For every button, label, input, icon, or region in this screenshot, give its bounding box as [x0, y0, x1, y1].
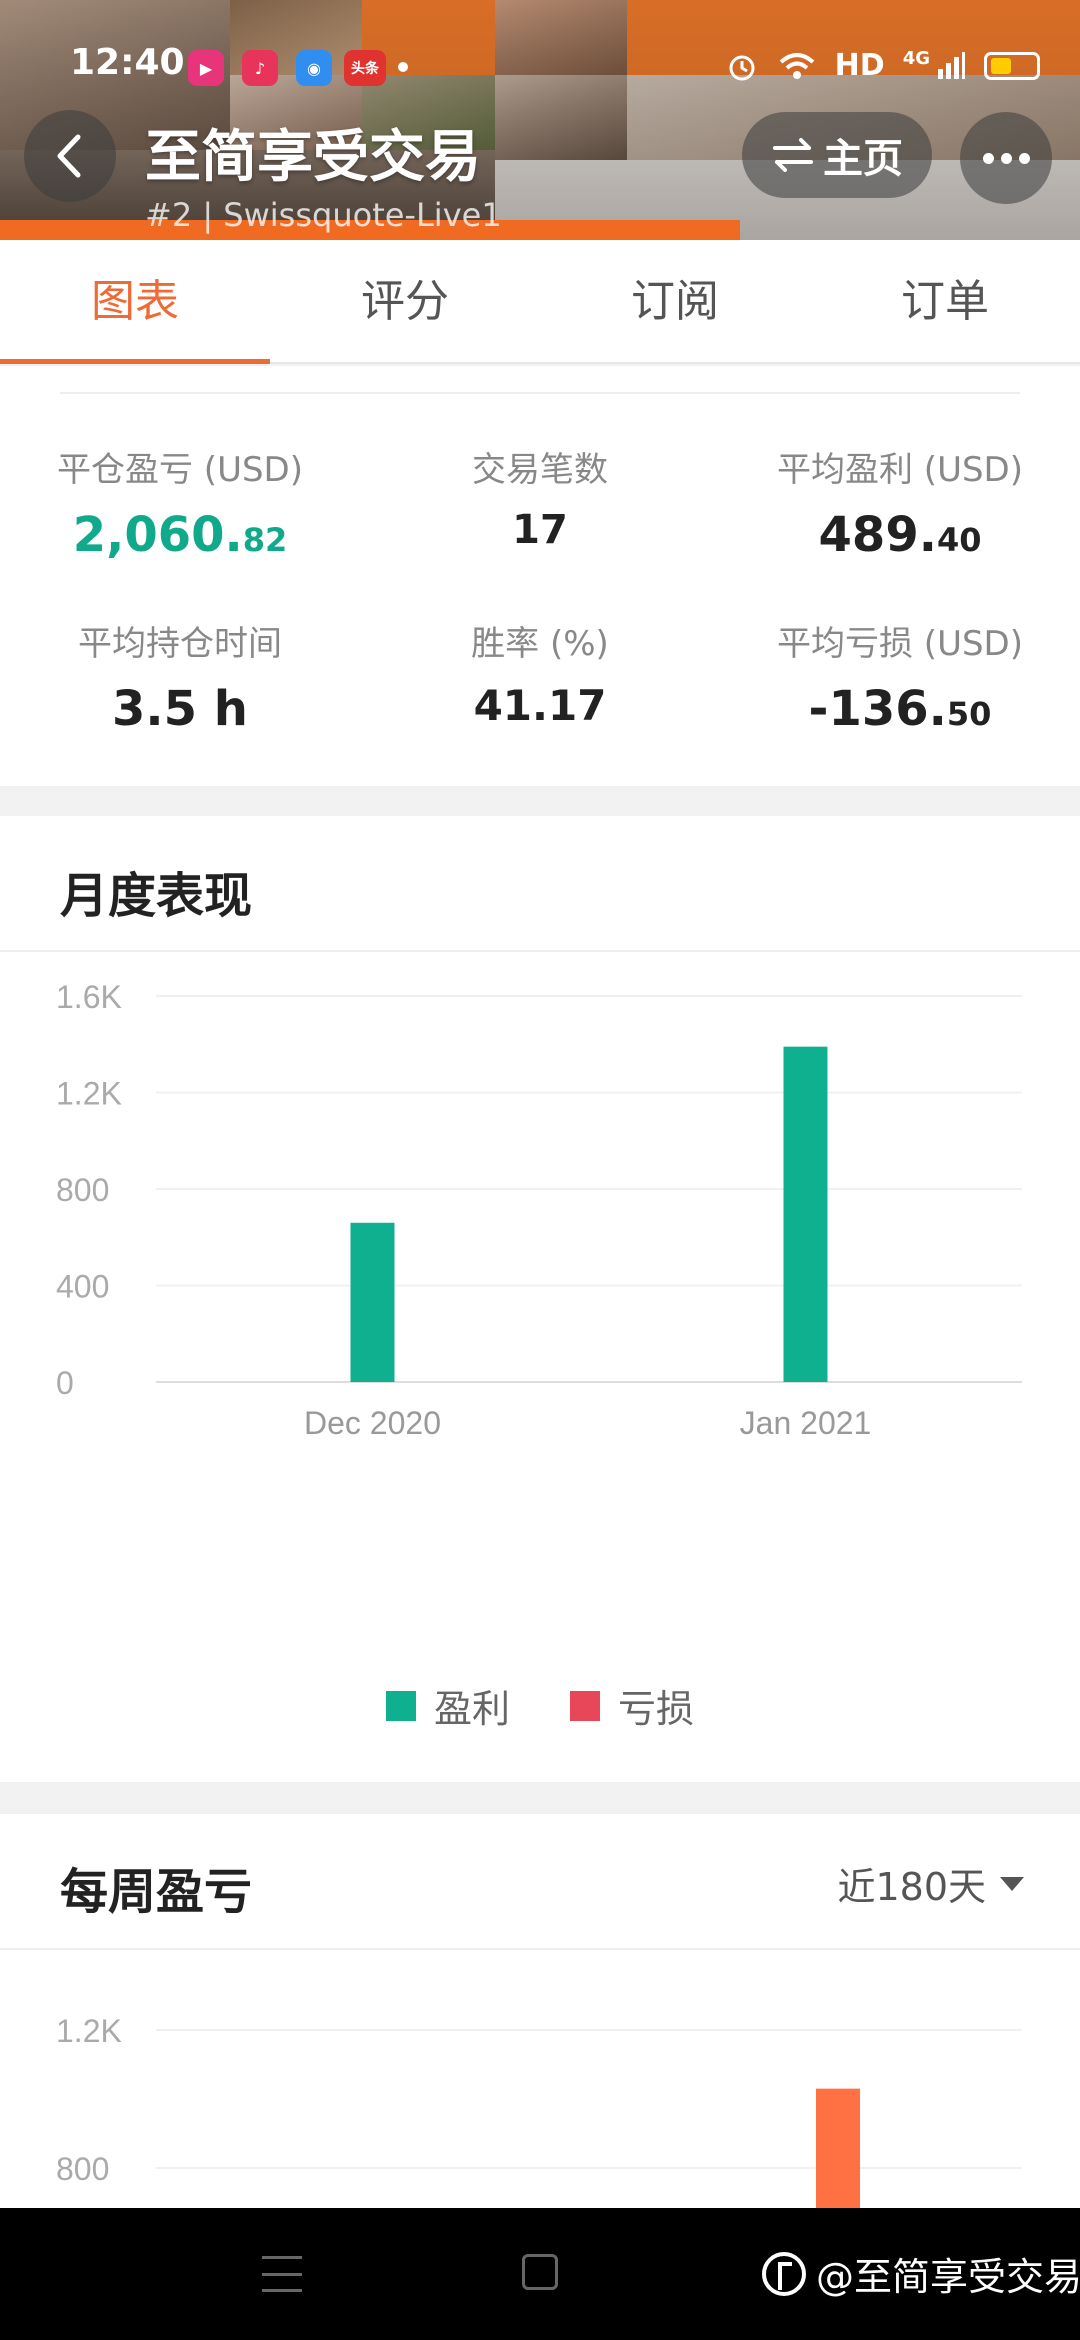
battery-icon	[984, 51, 1040, 80]
status-icons: HD 4G	[725, 48, 1040, 83]
home-nav-button[interactable]	[522, 2254, 558, 2290]
stat-value: 489.40	[818, 507, 982, 563]
x-tick-label: Jan 2021	[740, 1405, 872, 1441]
x-tick-label: Dec 2020	[304, 1405, 441, 1441]
stat-value: 17	[512, 507, 568, 553]
status-time: 12:40	[70, 42, 185, 83]
stat-win-rate: 胜率 (%) 41.17	[360, 616, 720, 730]
back-button[interactable]	[24, 110, 116, 202]
legend-item-profit[interactable]: 盈利	[385, 1678, 510, 1733]
swap-icon	[773, 138, 813, 172]
browser-app-icon: ◉	[296, 50, 332, 86]
watermark-logo-icon	[762, 2251, 806, 2296]
more-dot-icon	[1000, 152, 1012, 164]
y-tick-label: 1.2K	[56, 1076, 122, 1112]
stat-value: 2,060.82	[72, 507, 288, 563]
stat-avg-profit: 平均盈利 (USD) 489.40	[720, 442, 1080, 563]
more-dot-icon	[1018, 152, 1030, 164]
alarm-icon	[729, 55, 755, 80]
stat-value: -136.50	[808, 681, 992, 737]
y-tick-label: 0	[56, 1365, 74, 1401]
signal-type-label: 4G	[902, 48, 930, 69]
news-app-icon: 头条	[344, 50, 386, 86]
monthly-bar-chart: 0 400 800 1.2K 1.6K Dec 2020 Jan 2021	[56, 979, 1022, 1441]
system-nav-bar: @至简享受交易	[0, 2208, 1080, 2340]
weekly-bar-chart: 1.2K 800	[56, 2013, 1022, 2208]
stat-label: 平均盈利 (USD)	[777, 450, 1023, 490]
caret-down-icon	[1000, 1876, 1024, 1891]
music-app-icon: ♪	[242, 50, 278, 86]
y-tick-label: 1.6K	[56, 979, 122, 1015]
account-subtitle: #2 | Swissquote-Live1	[145, 196, 502, 234]
period-selector[interactable]: 近180天	[837, 1856, 1024, 1911]
tab-chart[interactable]: 图表	[0, 240, 270, 364]
legend-swatch-loss	[570, 1690, 600, 1721]
header-banner: 12:40 ▶ ♪ ◉ 头条 HD 4G 至简享受交易 #2 | Swissqu…	[0, 0, 1080, 240]
recent-apps-button[interactable]	[262, 2256, 302, 2292]
chart-legend: 盈利 亏损	[0, 1678, 1080, 1733]
tab-subscribe[interactable]: 订阅	[540, 240, 810, 362]
status-bar: 12:40 ▶ ♪ ◉ 头条 HD 4G	[0, 0, 1080, 130]
stat-avg-loss: 平均亏损 (USD) -136.50	[720, 616, 1080, 737]
legend-swatch-profit	[385, 1690, 416, 1721]
stat-value: 3.5 h	[112, 681, 248, 737]
weekly-title: 每周盈亏	[60, 1864, 253, 1920]
network-type-label: HD	[834, 48, 885, 83]
stat-label: 平仓盈亏 (USD)	[57, 450, 303, 490]
watermark-text: @至简享受交易	[816, 2255, 1080, 2299]
tab-bar: 图表 评分 订阅 订单	[0, 240, 1080, 364]
wifi-icon	[779, 52, 814, 79]
bar-profit[interactable]	[783, 1046, 828, 1382]
stat-trade-count: 交易笔数 17	[360, 442, 720, 553]
screen: 12:40 ▶ ♪ ◉ 头条 HD 4G 至简享受交易 #2 | Swissqu…	[0, 0, 1080, 2340]
stat-label: 胜率 (%)	[471, 624, 609, 664]
monthly-performance-card: 月度表现 0 400 800 1.2K 1.6K Dec 2020 Jan 2021 盈利 …	[0, 816, 1080, 1782]
y-tick-label: 400	[56, 1269, 109, 1305]
video-app-icon: ▶	[188, 50, 224, 86]
page-title: 至简享受交易	[145, 125, 481, 190]
chevron-left-icon	[57, 134, 81, 178]
more-notifications-dot	[398, 62, 408, 72]
tab-rating[interactable]: 评分	[270, 240, 540, 362]
y-tick-label: 800	[56, 2151, 109, 2187]
monthly-title: 月度表现	[60, 868, 253, 924]
home-button-label: 主页	[823, 136, 903, 182]
y-tick-label: 1.2K	[56, 2013, 122, 2049]
y-tick-label: 800	[56, 1172, 109, 1208]
legend-label: 亏损	[618, 1687, 695, 1731]
stat-label: 平均持仓时间	[78, 624, 282, 664]
stat-label: 交易笔数	[472, 450, 608, 490]
more-options-button[interactable]	[960, 112, 1052, 204]
signal-icon	[938, 51, 965, 79]
bar-profit[interactable]	[350, 1222, 395, 1382]
stats-card: 平仓盈亏 (USD) 2,060.82 交易笔数 17 平均盈利 (USD) 4…	[0, 366, 1080, 786]
home-button[interactable]: 主页	[742, 112, 932, 198]
weekly-pnl-card: 每周盈亏 近180天 1.2K 800	[0, 1814, 1080, 2208]
legend-item-loss[interactable]: 亏损	[570, 1678, 694, 1733]
divider	[60, 392, 1020, 394]
stat-closed-pnl: 平仓盈亏 (USD) 2,060.82	[0, 442, 360, 563]
watermark: @至简享受交易	[762, 2246, 1080, 2301]
bar-weekly[interactable]	[816, 2088, 860, 2208]
stat-avg-holding-time: 平均持仓时间 3.5 h	[0, 616, 360, 737]
tab-orders[interactable]: 订单	[810, 240, 1080, 362]
stat-value: 41.17	[473, 681, 607, 730]
stat-label: 平均亏损 (USD)	[777, 624, 1023, 664]
period-label: 近180天	[837, 1865, 986, 1909]
legend-label: 盈利	[433, 1687, 510, 1731]
more-dot-icon	[982, 152, 994, 164]
